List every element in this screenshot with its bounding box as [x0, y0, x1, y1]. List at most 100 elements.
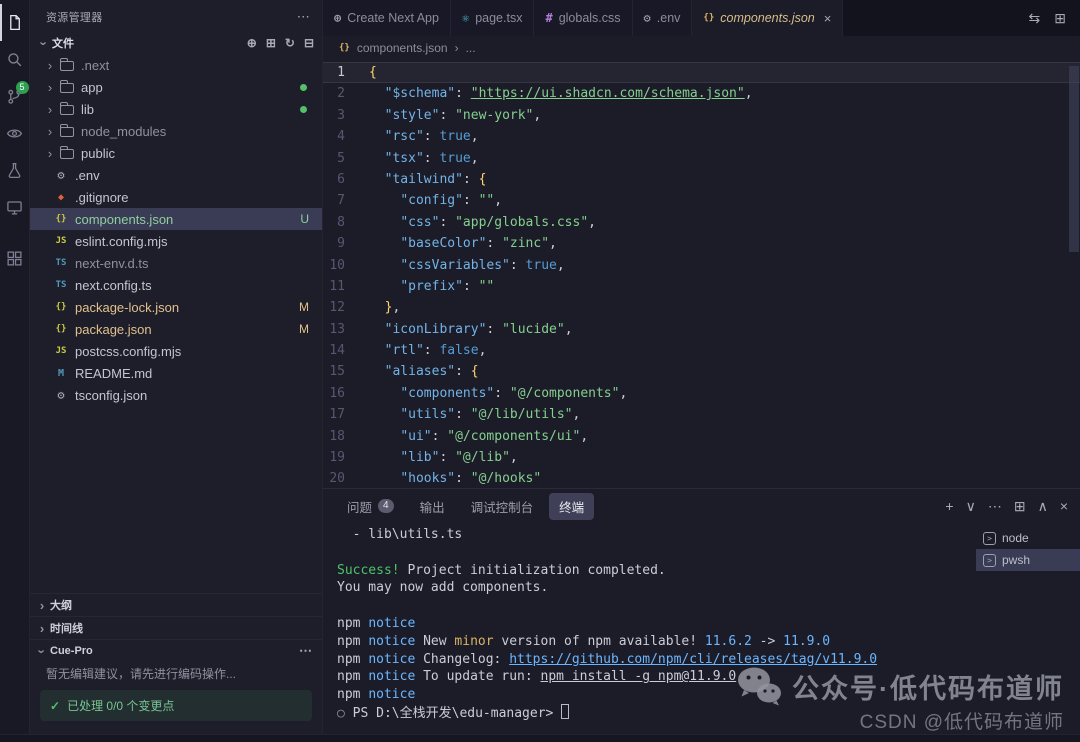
editor-tab[interactable]: {}components.json×	[692, 0, 843, 36]
panel-tab[interactable]: 输出	[410, 493, 455, 520]
file-tree-item[interactable]: ⚙tsconfig.json	[30, 384, 322, 406]
file-tree-item[interactable]: {}package.jsonM	[30, 318, 322, 340]
code-line[interactable]: 5 "tsx": true,	[323, 148, 1080, 169]
line-number[interactable]: 11	[323, 276, 369, 297]
file-tree-item[interactable]: TSnext-env.d.ts	[30, 252, 322, 274]
editor-tab[interactable]: ⊕Create Next App	[323, 0, 451, 36]
split-editor-icon[interactable]: ⊞	[1054, 10, 1066, 27]
code-editor[interactable]: 1{2 "$schema": "https://ui.shadcn.com/sc…	[323, 60, 1080, 488]
testing-icon[interactable]	[0, 152, 30, 189]
code-line[interactable]: 17 "utils": "@/lib/utils",	[323, 404, 1080, 425]
file-tree-item[interactable]: MREADME.md	[30, 362, 322, 384]
eye-icon[interactable]	[0, 115, 30, 152]
maximize-panel-icon[interactable]: ∧	[1038, 498, 1048, 515]
close-panel-icon[interactable]: ×	[1060, 498, 1068, 514]
terminal-link[interactable]: npm install -g npm@11.9.0	[541, 669, 737, 684]
open-changes-icon[interactable]: ⇆	[1029, 10, 1041, 27]
file-tree-item[interactable]: {}components.jsonU	[30, 208, 322, 230]
line-number[interactable]: 20	[323, 468, 369, 488]
code-line[interactable]: 13 "iconLibrary": "lucide",	[323, 319, 1080, 340]
code-line[interactable]: 8 "css": "app/globals.css",	[323, 212, 1080, 233]
line-number[interactable]: 12	[323, 297, 369, 318]
terminal-profile-dropdown-icon[interactable]: ∨	[966, 498, 976, 515]
code-line[interactable]: 9 "baseColor": "zinc",	[323, 233, 1080, 254]
file-tree-item[interactable]: TSnext.config.ts	[30, 274, 322, 296]
file-tree-item[interactable]: ⚙.env	[30, 164, 322, 186]
code-line[interactable]: 4 "rsc": true,	[323, 126, 1080, 147]
cuepro-more-icon[interactable]: ⋯	[299, 643, 312, 659]
monitor-icon[interactable]	[0, 189, 30, 226]
line-number[interactable]: 5	[323, 148, 369, 169]
code-line[interactable]: 14 "rtl": false,	[323, 340, 1080, 361]
line-number[interactable]: 13	[323, 319, 369, 340]
file-tree-item[interactable]: JSpostcss.config.mjs	[30, 340, 322, 362]
cuepro-section-header[interactable]: › Cue-Pro ⋯	[30, 639, 322, 662]
breadcrumb-file[interactable]: components.json	[357, 41, 448, 55]
code-line[interactable]: 7 "config": "",	[323, 190, 1080, 211]
code-line[interactable]: 11 "prefix": ""	[323, 276, 1080, 297]
panel-tab[interactable]: 终端	[549, 493, 594, 520]
grid-icon[interactable]	[0, 240, 30, 277]
code-line[interactable]: 6 "tailwind": {	[323, 169, 1080, 190]
code-line[interactable]: 15 "aliases": {	[323, 361, 1080, 382]
line-number[interactable]: 9	[323, 233, 369, 254]
file-tree-item[interactable]: JSeslint.config.mjs	[30, 230, 322, 252]
code-line[interactable]: 10 "cssVariables": true,	[323, 255, 1080, 276]
panel-tab[interactable]: 调试控制台	[461, 493, 544, 520]
more-actions-icon[interactable]: ⋯	[297, 9, 310, 25]
files-section-header[interactable]: › 文件 ⊕ ⊞ ↻ ⊟	[30, 32, 322, 54]
explorer-icon[interactable]	[0, 4, 30, 41]
code-line[interactable]: 19 "lib": "@/lib",	[323, 447, 1080, 468]
editor-tab[interactable]: ⚛page.tsx	[451, 0, 535, 36]
line-number[interactable]: 2	[323, 83, 369, 104]
terminal-profile-item[interactable]: >node	[976, 527, 1080, 549]
breadcrumb-more[interactable]: ...	[466, 41, 476, 55]
line-number[interactable]: 3	[323, 105, 369, 126]
source-control-icon[interactable]: 5	[0, 78, 30, 115]
code-line[interactable]: 1{	[323, 62, 1080, 83]
file-tree-item[interactable]: ›.next	[30, 54, 322, 76]
new-folder-icon[interactable]: ⊞	[266, 36, 276, 50]
terminal-profile-item[interactable]: >pwsh	[976, 549, 1080, 571]
file-tree-item[interactable]: ›node_modules	[30, 120, 322, 142]
editor-scrollbar[interactable]	[1069, 66, 1079, 252]
code-line[interactable]: 12 },	[323, 297, 1080, 318]
file-tree-item[interactable]: ›lib	[30, 98, 322, 120]
line-number[interactable]: 1	[323, 62, 369, 83]
file-tree-item[interactable]: {}package-lock.jsonM	[30, 296, 322, 318]
timeline-section-header[interactable]: › 时间线	[30, 616, 322, 639]
file-tree-item[interactable]: ›public	[30, 142, 322, 164]
line-number[interactable]: 4	[323, 126, 369, 147]
line-number[interactable]: 10	[323, 255, 369, 276]
file-tree-item[interactable]: ◆.gitignore	[30, 186, 322, 208]
split-terminal-icon[interactable]: ⊞	[1014, 498, 1026, 515]
new-terminal-icon[interactable]: +	[945, 498, 953, 514]
panel-tab[interactable]: 问题4	[337, 493, 404, 520]
close-icon[interactable]: ×	[824, 11, 832, 26]
line-number[interactable]: 15	[323, 361, 369, 382]
terminal-output[interactable]: - lib\utils.tsSuccess! Project initializ…	[323, 523, 976, 734]
line-number[interactable]: 7	[323, 190, 369, 211]
collapse-folders-icon[interactable]: ⊟	[304, 36, 314, 50]
line-number[interactable]: 16	[323, 383, 369, 404]
line-number[interactable]: 19	[323, 447, 369, 468]
search-icon[interactable]	[0, 41, 30, 78]
panel-more-icon[interactable]: ⋯	[988, 498, 1002, 515]
new-file-icon[interactable]: ⊕	[247, 36, 257, 50]
cuepro-processed-status[interactable]: ✓ 已处理 0/0 个变更点	[40, 690, 312, 721]
line-number[interactable]: 6	[323, 169, 369, 190]
line-number[interactable]: 14	[323, 340, 369, 361]
code-line[interactable]: 2 "$schema": "https://ui.shadcn.com/sche…	[323, 83, 1080, 104]
line-number[interactable]: 18	[323, 426, 369, 447]
refresh-explorer-icon[interactable]: ↻	[285, 36, 295, 50]
editor-tab[interactable]: #globals.css	[534, 0, 632, 36]
line-number[interactable]: 8	[323, 212, 369, 233]
code-line[interactable]: 3 "style": "new-york",	[323, 105, 1080, 126]
code-line[interactable]: 20 "hooks": "@/hooks"	[323, 468, 1080, 488]
outline-section-header[interactable]: › 大纲	[30, 593, 322, 616]
file-tree-item[interactable]: ›app	[30, 76, 322, 98]
terminal-link[interactable]: https://github.com/npm/cli/releases/tag/…	[509, 652, 877, 667]
code-line[interactable]: 18 "ui": "@/components/ui",	[323, 426, 1080, 447]
editor-tab[interactable]: ⚙.env	[633, 0, 693, 36]
code-line[interactable]: 16 "components": "@/components",	[323, 383, 1080, 404]
